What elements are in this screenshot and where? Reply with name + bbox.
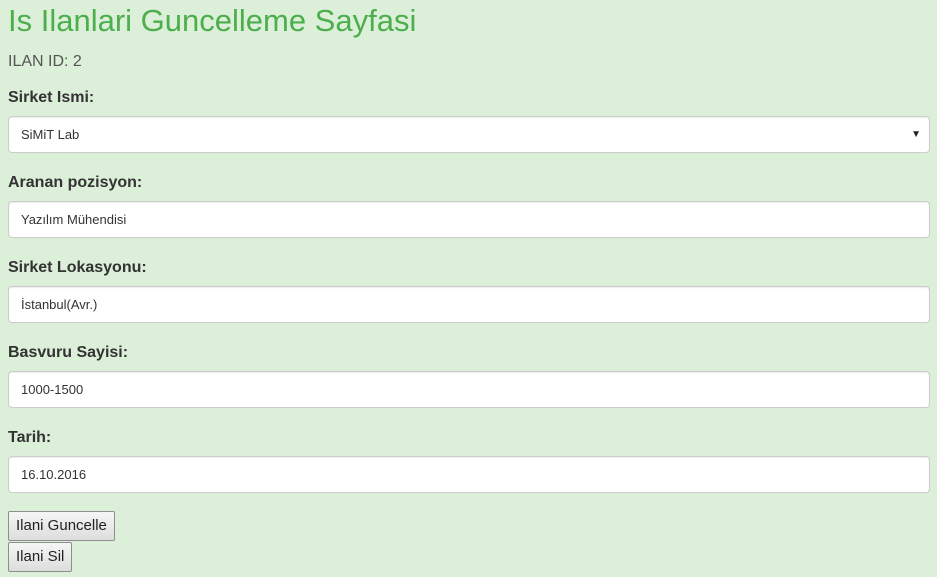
page-title: Is Ilanlari Guncelleme Sayfasi [8,3,417,38]
location-input[interactable] [8,286,930,323]
update-button[interactable]: Ilani Guncelle [8,511,115,541]
date-input[interactable] [8,456,930,493]
position-label: Aranan pozisyon: [8,174,143,191]
applications-input[interactable] [8,371,930,408]
company-label: Sirket Ismi: [8,89,95,106]
location-label: Sirket Lokasyonu: [8,259,147,276]
delete-button[interactable]: Ilani Sil [8,542,73,572]
job-update-page: Is Ilanlari Guncelleme Sayfasi ILAN ID: … [0,0,937,577]
ilan-id: ILAN ID: 2 [8,52,82,72]
company-select-value: SiMiT Lab [21,127,80,142]
position-input[interactable] [8,201,930,238]
date-label: Tarih: [8,429,52,446]
ilan-id-label: ILAN ID: [8,53,69,70]
applications-label: Basvuru Sayisi: [8,344,129,361]
caret-down-icon: ▼ [911,129,921,140]
ilan-id-value: 2 [72,53,82,70]
company-select[interactable]: SiMiT Lab ▼ [8,116,930,153]
